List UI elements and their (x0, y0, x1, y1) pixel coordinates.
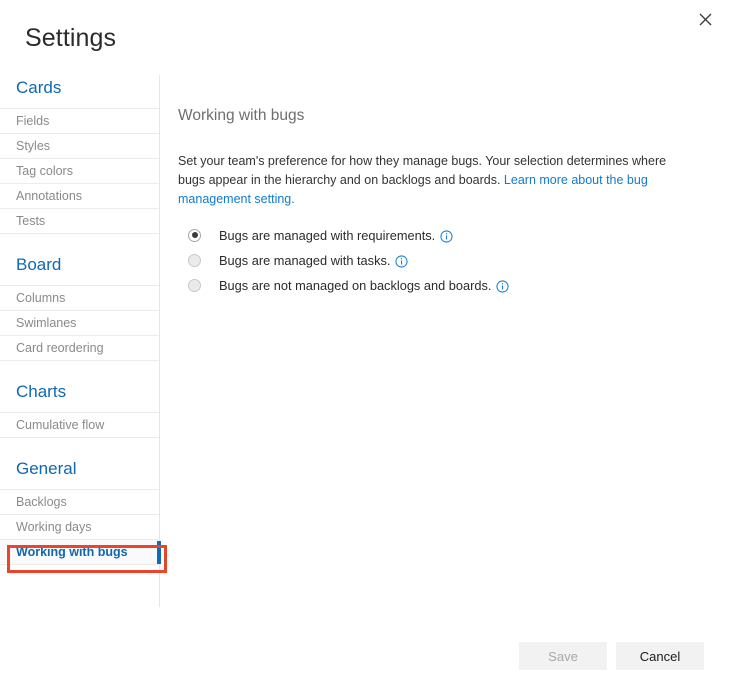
sidebar-item-label: Card reordering (16, 341, 104, 355)
cancel-button[interactable]: Cancel (616, 642, 704, 670)
radio-option-label: Bugs are managed with tasks. (219, 253, 390, 268)
sidebar-group-cards: Cards Fields Styles Tag colors Annotations Te… (0, 75, 159, 234)
sidebar-item-working-days[interactable]: Working days (0, 515, 159, 540)
bug-management-radio-group: Bugs are managed with requirements. Bugs … (188, 225, 698, 296)
radio-option-label: Bugs are not managed on backlogs and boa… (219, 278, 491, 293)
sidebar-group-board: Board Columns Swimlanes Card reordering (0, 234, 159, 361)
sidebar-item-cumulative-flow[interactable]: Cumulative flow (0, 413, 159, 438)
radio-option-1[interactable]: Bugs are managed with requirements. (188, 225, 698, 246)
sidebar-item-tag-colors[interactable]: Tag colors (0, 159, 159, 184)
sidebar-group-header: Board (0, 252, 159, 286)
info-icon[interactable] (440, 230, 453, 243)
sidebar-item-label: Fields (16, 114, 49, 128)
sidebar-group-charts: Charts Cumulative flow (0, 361, 159, 438)
sidebar-group-header: Charts (0, 379, 159, 413)
sidebar-item-label: Annotations (16, 189, 82, 203)
radio-option-2[interactable]: Bugs are managed with tasks. (188, 250, 698, 271)
sidebar-item-annotations[interactable]: Annotations (0, 184, 159, 209)
radio-option-label: Bugs are managed with requirements. (219, 228, 435, 243)
dialog-footer: Save Cancel (0, 628, 730, 698)
close-dialog-button[interactable] (690, 4, 720, 34)
sidebar-item-swimlanes[interactable]: Swimlanes (0, 311, 159, 336)
save-button[interactable]: Save (519, 642, 607, 670)
sidebar-item-fields[interactable]: Fields (0, 109, 159, 134)
sidebar-item-label: Tests (16, 214, 45, 228)
close-icon (699, 13, 712, 26)
main-section-title: Working with bugs (178, 106, 698, 126)
main-description: Set your team's preference for how they … (178, 152, 674, 209)
sidebar-group-header: General (0, 456, 159, 490)
settings-sidebar: Cards Fields Styles Tag colors Annotations Te… (0, 75, 160, 607)
sidebar-group-spacer (0, 361, 159, 379)
sidebar-group-general: General Backlogs Working days Working with … (0, 438, 159, 565)
sidebar-item-label: Working with bugs (16, 545, 128, 559)
page-title: Settings (25, 23, 116, 53)
sidebar-item-card-reordering[interactable]: Card reordering (0, 336, 159, 361)
sidebar-item-styles[interactable]: Styles (0, 134, 159, 159)
sidebar-group-spacer (0, 234, 159, 252)
sidebar-item-label: Styles (16, 139, 50, 153)
sidebar-item-label: Columns (16, 291, 65, 305)
sidebar-item-working-with-bugs[interactable]: Working with bugs (0, 540, 159, 565)
dialog-body: Cards Fields Styles Tag colors Annotations Te… (0, 75, 730, 615)
settings-main-pane: Working with bugs Set your team's prefer… (178, 93, 698, 300)
info-icon[interactable] (395, 255, 408, 268)
sidebar-item-label: Cumulative flow (16, 418, 104, 432)
radio-button[interactable] (188, 254, 201, 267)
info-icon[interactable] (496, 280, 509, 293)
sidebar-item-label: Working days (16, 520, 92, 534)
sidebar-selection-indicator (157, 541, 161, 564)
sidebar-group-header: Cards (0, 75, 159, 109)
sidebar-item-columns[interactable]: Columns (0, 286, 159, 311)
radio-button[interactable] (188, 279, 201, 292)
sidebar-item-label: Backlogs (16, 495, 67, 509)
sidebar-item-backlogs[interactable]: Backlogs (0, 490, 159, 515)
radio-button[interactable] (188, 229, 201, 242)
sidebar-group-spacer (0, 438, 159, 456)
sidebar-item-label: Tag colors (16, 164, 73, 178)
radio-option-3[interactable]: Bugs are not managed on backlogs and boa… (188, 275, 698, 296)
sidebar-item-label: Swimlanes (16, 316, 76, 330)
sidebar-item-tests[interactable]: Tests (0, 209, 159, 234)
